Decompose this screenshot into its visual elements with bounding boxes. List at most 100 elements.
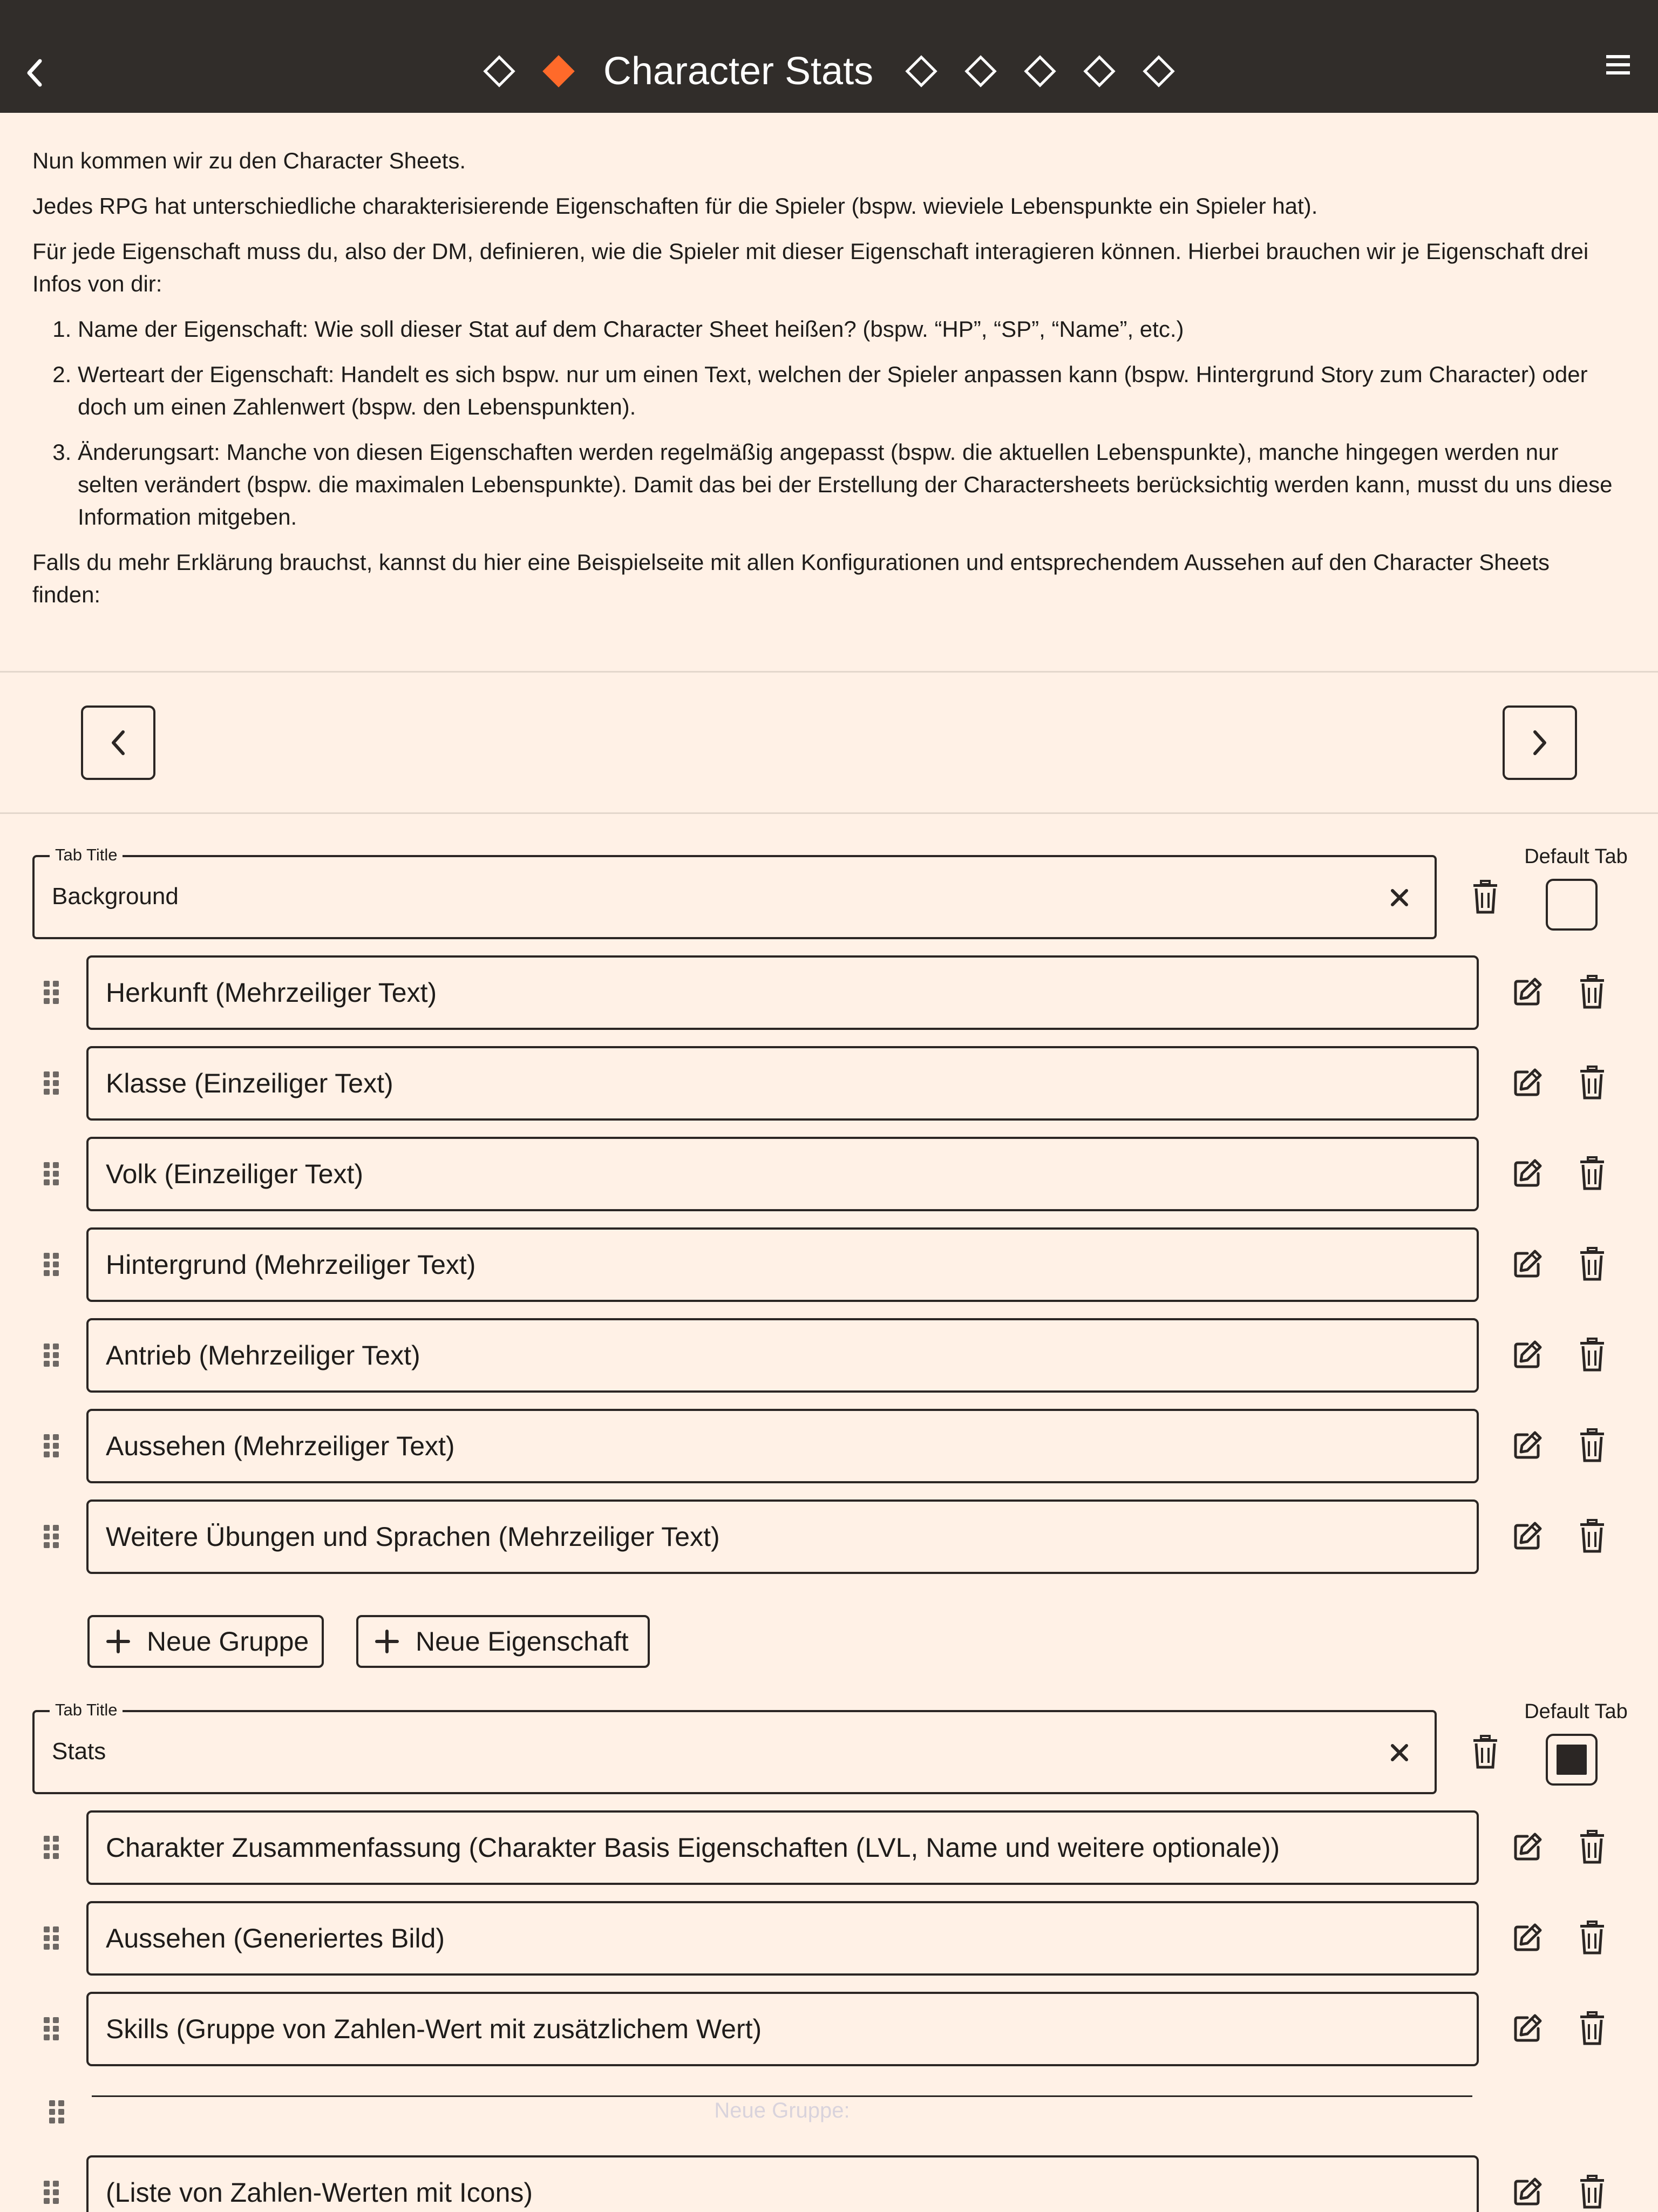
plus-icon xyxy=(106,1630,130,1653)
step-indicator[interactable] xyxy=(905,55,937,87)
drag-handle-icon[interactable] xyxy=(47,2099,66,2126)
group-divider xyxy=(92,2095,1472,2097)
menu-button[interactable] xyxy=(1606,54,1639,81)
prev-page-button[interactable] xyxy=(81,705,155,780)
step-indicator[interactable] xyxy=(1024,55,1056,87)
intro-list-item: Änderungsart: Manche von diesen Eigensch… xyxy=(78,436,1619,533)
property-field[interactable]: Aussehen (Mehrzeiliger Text) xyxy=(86,1409,1479,1483)
property-row: Hintergrund (Mehrzeiliger Text) xyxy=(0,1227,1658,1302)
drag-handle-icon[interactable] xyxy=(42,1523,60,1550)
drag-handle-icon[interactable] xyxy=(42,1834,60,1861)
drag-handle-icon[interactable] xyxy=(42,1161,60,1188)
property-field[interactable]: Antrieb (Mehrzeiliger Text) xyxy=(86,1318,1479,1393)
new-property-label: Neue Eigenschaft xyxy=(416,1626,629,1657)
next-page-button[interactable] xyxy=(1503,705,1577,780)
trash-icon[interactable] xyxy=(1577,1519,1607,1553)
property-row: Aussehen (Generiertes Bild) xyxy=(0,1901,1658,1976)
step-indicator[interactable] xyxy=(1083,55,1116,87)
drag-handle-icon[interactable] xyxy=(42,2016,60,2043)
default-tab-label: Default Tab xyxy=(1524,845,1628,868)
hamburger-menu-icon xyxy=(1606,55,1630,74)
property-row: Klasse (Einzeiliger Text) xyxy=(0,1046,1658,1121)
close-icon[interactable] xyxy=(1387,885,1412,910)
intro-paragraph: Falls du mehr Erklärung brauchst, kannst… xyxy=(32,549,1550,607)
default-tab-checkbox[interactable] xyxy=(1546,1734,1598,1786)
property-field[interactable]: Hintergrund (Mehrzeiliger Text) xyxy=(86,1227,1479,1302)
edit-icon[interactable] xyxy=(1511,1248,1544,1280)
drag-handle-icon[interactable] xyxy=(42,1070,60,1097)
new-group-label: Neue Gruppe xyxy=(147,1626,309,1657)
property-field[interactable]: Aussehen (Generiertes Bild) xyxy=(86,1901,1479,1976)
drag-handle-icon[interactable] xyxy=(42,1342,60,1369)
trash-icon[interactable] xyxy=(1577,1338,1607,1372)
edit-icon[interactable] xyxy=(1511,1520,1544,1552)
property-field[interactable]: (Liste von Zahlen-Werten mit Icons) xyxy=(86,2155,1479,2212)
tab-title-label: Tab Title xyxy=(50,1700,123,1720)
edit-icon[interactable] xyxy=(1511,1067,1544,1099)
trash-icon[interactable] xyxy=(1470,1735,1500,1769)
tab-title-input[interactable]: Stats xyxy=(52,1738,106,1765)
edit-icon[interactable] xyxy=(1511,1922,1544,1954)
intro-paragraph: Nun kommen wir zu den Character Sheets. xyxy=(32,148,466,173)
property-row: (Liste von Zahlen-Werten mit Icons) xyxy=(0,2155,1658,2212)
property-field[interactable]: Weitere Übungen und Sprachen (Mehrzeilig… xyxy=(86,1499,1479,1574)
edit-icon[interactable] xyxy=(1511,1157,1544,1190)
edit-icon[interactable] xyxy=(1511,1831,1544,1863)
drag-handle-icon[interactable] xyxy=(42,2179,60,2206)
property-field[interactable]: Charakter Zusammenfassung (Charakter Bas… xyxy=(86,1810,1479,1885)
edit-icon[interactable] xyxy=(1511,2176,1544,2208)
edit-icon[interactable] xyxy=(1511,1429,1544,1462)
tab-title-field[interactable]: Tab Title Background xyxy=(32,845,1437,939)
close-icon[interactable] xyxy=(1387,1740,1412,1765)
trash-icon[interactable] xyxy=(1577,1247,1607,1281)
new-group-button[interactable]: Neue Gruppe xyxy=(87,1615,324,1668)
tab-title-field[interactable]: Tab Title Stats xyxy=(32,1700,1437,1794)
default-tab-label: Default Tab xyxy=(1524,1700,1628,1723)
trash-icon[interactable] xyxy=(1577,1921,1607,1955)
intro-text: Nun kommen wir zu den Character Sheets. … xyxy=(32,145,1619,624)
trash-icon[interactable] xyxy=(1577,975,1607,1009)
page-title: Character Stats xyxy=(603,50,874,93)
trash-icon[interactable] xyxy=(1577,2011,1607,2046)
property-row: Weitere Übungen und Sprachen (Mehrzeilig… xyxy=(0,1499,1658,1574)
new-property-button[interactable]: Neue Eigenschaft xyxy=(356,1615,650,1668)
tab-title-input[interactable]: Background xyxy=(52,883,179,910)
trash-icon[interactable] xyxy=(1577,1066,1607,1100)
trash-icon[interactable] xyxy=(1577,1156,1607,1191)
intro-paragraph: Jedes RPG hat unterschiedliche charakter… xyxy=(32,193,1318,219)
property-field[interactable]: Klasse (Einzeiliger Text) xyxy=(86,1046,1479,1121)
property-field[interactable]: Skills (Gruppe von Zahlen-Wert mit zusät… xyxy=(86,1992,1479,2066)
divider xyxy=(0,671,1658,673)
step-indicator[interactable] xyxy=(1143,55,1175,87)
intro-list: Name der Eigenschaft: Wie soll dieser St… xyxy=(32,313,1619,533)
trash-icon[interactable] xyxy=(1577,2175,1607,2209)
app-header: Character Stats xyxy=(0,0,1658,113)
edit-icon[interactable] xyxy=(1511,1339,1544,1371)
intro-list-item: Name der Eigenschaft: Wie soll dieser St… xyxy=(78,313,1619,345)
trash-icon[interactable] xyxy=(1577,1428,1607,1463)
property-field[interactable]: Herkunft (Mehrzeiliger Text) xyxy=(86,955,1479,1030)
step-indicator[interactable] xyxy=(483,55,515,87)
step-indicator[interactable] xyxy=(964,55,997,87)
plus-icon xyxy=(375,1630,399,1653)
step-progress: Character Stats xyxy=(0,44,1658,98)
property-row: Skills (Gruppe von Zahlen-Wert mit zusät… xyxy=(0,1992,1658,2066)
step-indicator-current xyxy=(542,55,575,87)
trash-icon[interactable] xyxy=(1470,880,1500,914)
drag-handle-icon[interactable] xyxy=(42,1433,60,1460)
default-tab-checkbox[interactable] xyxy=(1546,879,1598,931)
property-row: Herkunft (Mehrzeiliger Text) xyxy=(0,955,1658,1030)
drag-handle-icon[interactable] xyxy=(42,1251,60,1278)
divider xyxy=(0,812,1658,814)
group-name-input[interactable]: Neue Gruppe: xyxy=(92,2099,1472,2123)
property-row: Charakter Zusammenfassung (Charakter Bas… xyxy=(0,1810,1658,1885)
edit-icon[interactable] xyxy=(1511,976,1544,1008)
edit-icon[interactable] xyxy=(1511,2012,1544,2045)
tab-title-label: Tab Title xyxy=(50,845,123,865)
drag-handle-icon[interactable] xyxy=(42,979,60,1006)
drag-handle-icon[interactable] xyxy=(42,1925,60,1952)
trash-icon[interactable] xyxy=(1577,1830,1607,1864)
property-field[interactable]: Volk (Einzeiliger Text) xyxy=(86,1137,1479,1211)
intro-paragraph: Für jede Eigenschaft muss du, also der D… xyxy=(32,239,1589,296)
chevron-left-icon xyxy=(112,730,125,755)
